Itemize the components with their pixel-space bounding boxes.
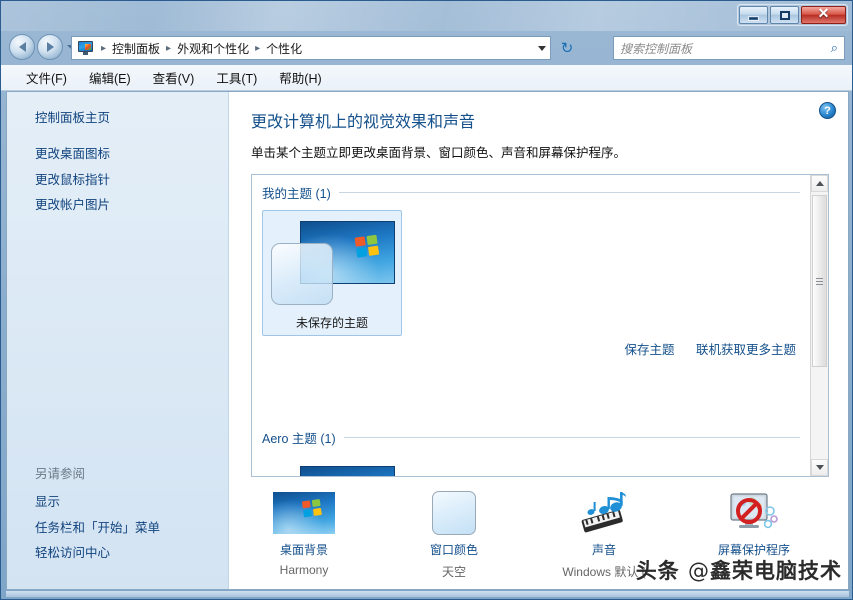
refresh-button[interactable]: ↻ xyxy=(557,38,577,58)
maximize-icon xyxy=(779,10,790,20)
theme-tile-unsaved[interactable]: 未保存的主题 xyxy=(262,210,402,336)
page-subtitle: 单击某个主题立即更改桌面背景、窗口颜色、声音和屏幕保护程序。 xyxy=(251,146,627,160)
toolbar-item-label: 声音 xyxy=(591,543,616,557)
menu-item-view[interactable]: 查看(V) xyxy=(142,65,206,90)
personalization-bottom-toolbar: 桌面背景 Harmony 窗口颜色 天空 声音 Windows 默认 (屏幕保… xyxy=(229,477,848,589)
sidebar-item-change-mouse-pointers[interactable]: 更改鼠标指针 xyxy=(7,168,228,194)
breadcrumb-item-personalization[interactable]: 个性化 xyxy=(263,39,305,58)
theme-actions: 保存主题 联机获取更多主题 xyxy=(606,339,796,358)
main-content: ? 更改计算机上的视觉效果和声音 单击某个主题立即更改桌面背景、窗口颜色、声音和… xyxy=(229,92,848,589)
arrow-left-icon xyxy=(18,42,26,52)
search-input[interactable]: 搜索控制面板 ⌕ xyxy=(613,36,845,60)
wallpaper-preview-icon xyxy=(300,466,395,476)
scrollbar-grip-icon xyxy=(816,277,823,285)
close-icon: ✕ xyxy=(817,7,830,22)
sidebar-see-also-section: 另请参阅 显示 任务栏和「开始」菜单 轻松访问中心 xyxy=(7,459,228,567)
caption-button-group: ✕ xyxy=(737,4,848,26)
theme-thumbnail xyxy=(269,217,395,309)
help-icon[interactable]: ? xyxy=(819,102,836,119)
address-bar-row: ▸ 控制面板 ▸ 外观和个性化 ▸ 个性化 ↻ 搜索控制面板 ⌕ xyxy=(1,31,852,65)
page-title: 更改计算机上的视觉效果和声音 xyxy=(251,114,476,131)
status-strip xyxy=(6,591,849,597)
wallpaper-icon xyxy=(229,487,379,539)
window-body: 控制面板主页 更改桌面图标 更改鼠标指针 更改帐户图片 另请参阅 显示 任务栏和… xyxy=(6,91,849,590)
scroll-down-button[interactable] xyxy=(811,459,828,476)
breadcrumb-separator-2: ▸ xyxy=(255,42,261,54)
sidebar-item-display[interactable]: 显示 xyxy=(7,490,228,516)
theme-tile-label: 未保存的主题 xyxy=(295,316,368,330)
control-panel-window: ✕ ▸ 控制面板 ▸ 外观和个性化 ▸ 个性化 ↻ 搜索控制面板 ⌕ 文件(F)… xyxy=(0,0,853,600)
menu-item-file[interactable]: 文件(F) xyxy=(15,65,78,90)
window-color-icon xyxy=(379,487,529,539)
toolbar-item-label: 屏幕保护程序 xyxy=(717,543,790,557)
sidebar-item-ease-of-access-center[interactable]: 轻松访问中心 xyxy=(7,541,228,567)
windows-logo-icon xyxy=(354,234,382,259)
maximize-button[interactable] xyxy=(770,6,799,24)
theme-group-label: Aero 主题 (1) xyxy=(262,432,336,446)
sidebar-item-change-desktop-icons[interactable]: 更改桌面图标 xyxy=(7,142,228,168)
title-bar: ✕ xyxy=(1,1,852,31)
toolbar-item-desktop-background[interactable]: 桌面背景 Harmony xyxy=(229,487,379,577)
chevron-up-icon xyxy=(815,181,824,186)
theme-list-panel: 我的主题 (1) 未保存的主题 保存主题 联机获取更多主题 Aero 主题 (1… xyxy=(251,174,829,477)
arrow-right-icon xyxy=(46,42,54,52)
sound-icon xyxy=(529,487,679,539)
sidebar-item-control-panel-home[interactable]: 控制面板主页 xyxy=(7,106,228,132)
menu-item-tools[interactable]: 工具(T) xyxy=(205,65,268,90)
minimize-button[interactable] xyxy=(739,6,768,24)
breadcrumb-chevron-down-icon[interactable] xyxy=(538,45,546,51)
close-button[interactable]: ✕ xyxy=(801,6,846,24)
menu-bar: 文件(F) 编辑(E) 查看(V) 工具(T) 帮助(H) xyxy=(1,65,852,91)
toolbar-item-value: Windows 默认 ( xyxy=(562,565,646,579)
theme-thumbnail xyxy=(269,462,395,476)
forward-button[interactable] xyxy=(37,34,63,60)
save-theme-link[interactable]: 保存主题 xyxy=(624,343,674,357)
sidebar-item-taskbar-start-menu[interactable]: 任务栏和「开始」菜单 xyxy=(7,516,228,542)
theme-list-scrollbar[interactable] xyxy=(810,175,828,476)
sidebar-see-also-heading: 另请参阅 xyxy=(35,466,86,481)
toolbar-item-screen-saver[interactable]: 屏幕保护程序 xyxy=(679,487,829,563)
glass-window-preview-icon xyxy=(271,243,333,305)
windows-logo-icon xyxy=(301,498,324,520)
sidebar: 控制面板主页 更改桌面图标 更改鼠标指针 更改帐户图片 另请参阅 显示 任务栏和… xyxy=(7,92,229,589)
toolbar-item-sounds[interactable]: 声音 Windows 默认 ( xyxy=(529,487,679,580)
search-placeholder: 搜索控制面板 xyxy=(620,41,693,56)
monitor-bubbles-prohibited-icon xyxy=(730,493,778,529)
sidebar-item-change-account-picture[interactable]: 更改帐户图片 xyxy=(7,193,228,219)
breadcrumb-item-appearance[interactable]: 外观和个性化 xyxy=(174,39,252,58)
toolbar-item-value: 天空 xyxy=(441,565,466,579)
navigation-buttons xyxy=(9,34,75,60)
theme-group-label: 我的主题 (1) xyxy=(262,187,331,201)
theme-group-heading-aero: Aero 主题 (1) xyxy=(262,428,800,447)
search-icon: ⌕ xyxy=(830,40,838,55)
back-button[interactable] xyxy=(9,34,35,60)
breadcrumb-item-control-panel[interactable]: 控制面板 xyxy=(109,39,163,58)
scroll-up-button[interactable] xyxy=(811,175,828,192)
theme-tile-aero[interactable] xyxy=(262,455,402,476)
breadcrumb-separator-1: ▸ xyxy=(166,42,172,54)
breadcrumb[interactable]: ▸ 控制面板 ▸ 外观和个性化 ▸ 个性化 xyxy=(71,36,551,60)
screensaver-icon xyxy=(679,487,829,539)
chevron-down-icon xyxy=(815,465,824,470)
breadcrumb-separator-0: ▸ xyxy=(101,42,107,54)
toolbar-item-label: 桌面背景 xyxy=(279,543,328,557)
toolbar-item-window-color[interactable]: 窗口颜色 天空 xyxy=(379,487,529,580)
minimize-icon xyxy=(749,16,758,20)
toolbar-item-label: 窗口颜色 xyxy=(429,543,478,557)
scrollbar-thumb[interactable] xyxy=(812,195,827,367)
sound-keyboard-notes-icon xyxy=(581,492,626,533)
theme-group-divider xyxy=(338,192,800,193)
menu-item-edit[interactable]: 编辑(E) xyxy=(78,65,142,90)
get-more-themes-online-link[interactable]: 联机获取更多主题 xyxy=(696,343,796,357)
menu-item-help[interactable]: 帮助(H) xyxy=(268,65,332,90)
theme-group-heading-my-themes: 我的主题 (1) xyxy=(262,183,800,202)
toolbar-item-value: Harmony xyxy=(279,563,329,577)
theme-group-divider xyxy=(343,437,800,438)
theme-list-inner: 我的主题 (1) 未保存的主题 保存主题 联机获取更多主题 Aero 主题 (1… xyxy=(252,175,810,476)
control-panel-icon xyxy=(78,41,94,55)
